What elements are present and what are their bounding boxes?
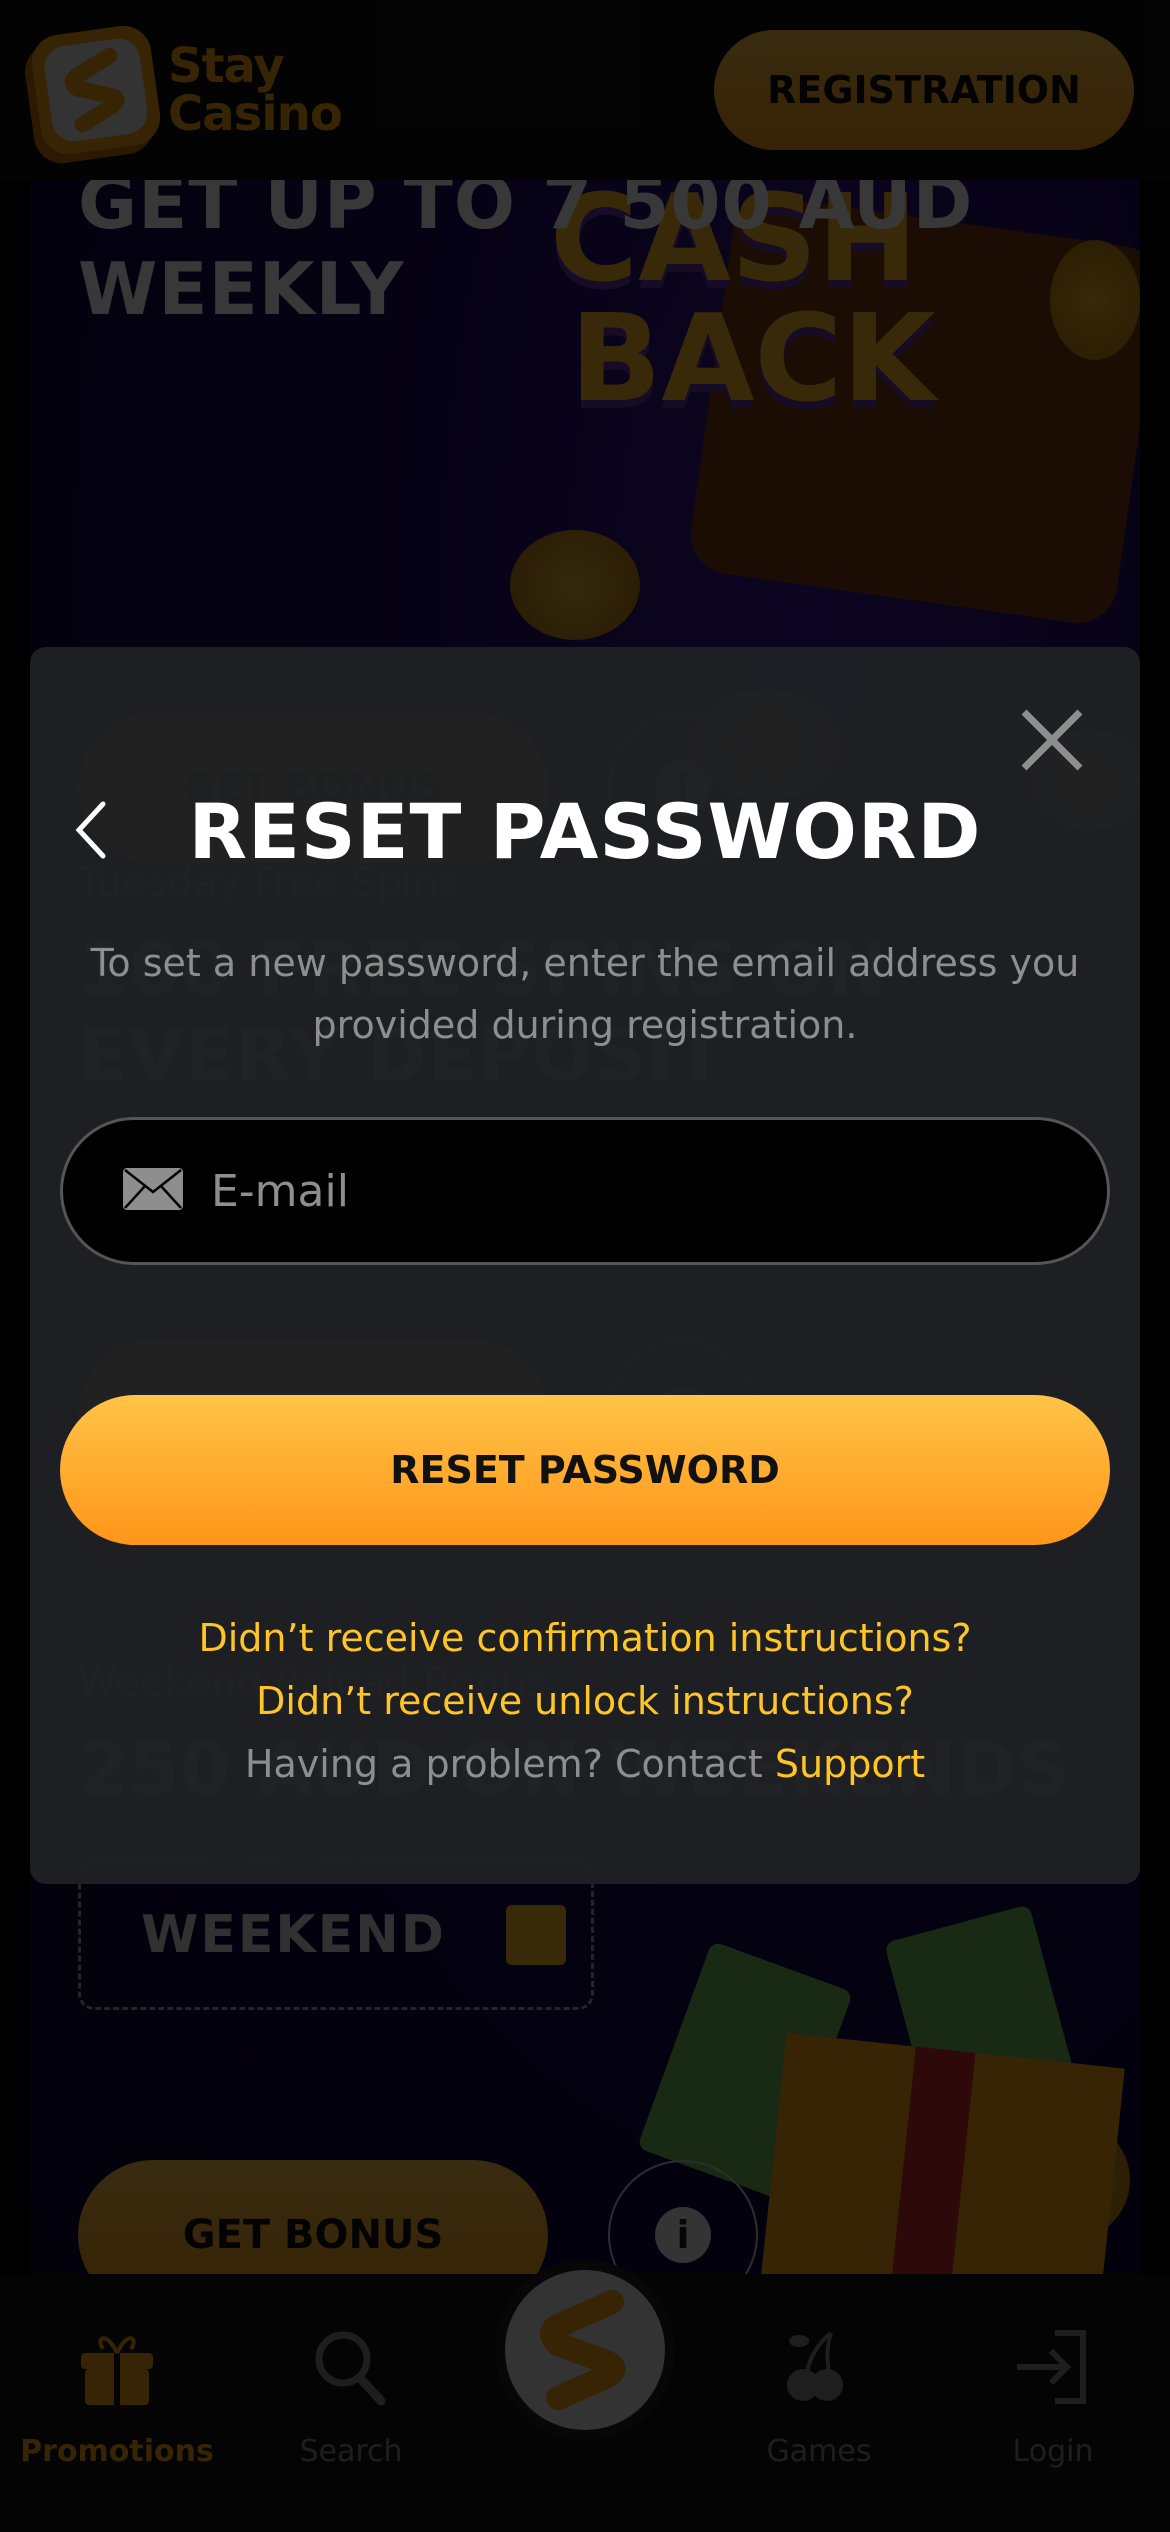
unlock-instructions-line: Didn’t receive unlock instructions?	[30, 1670, 1140, 1733]
reset-password-modal: RESET PASSWORD To set a new password, en…	[30, 647, 1140, 1884]
support-link[interactable]: Support	[775, 1742, 925, 1786]
close-button[interactable]	[1012, 702, 1092, 782]
modal-title: RESET PASSWORD	[188, 787, 982, 876]
envelope-icon	[123, 1168, 183, 1214]
support-line: Having a problem? Contact Support	[30, 1733, 1140, 1796]
help-links: Didn’t receive confirmation instructions…	[30, 1607, 1140, 1796]
modal-description: To set a new password, enter the email a…	[90, 941, 1080, 1047]
close-icon	[1020, 708, 1084, 776]
problem-text: Having a problem? Contact	[244, 1742, 775, 1786]
email-field[interactable]	[60, 1117, 1110, 1265]
email-input[interactable]	[211, 1165, 1107, 1217]
confirmation-instructions-link[interactable]: Didn’t receive confirmation instructions…	[198, 1616, 971, 1660]
confirmation-instructions-line: Didn’t receive confirmation instructions…	[30, 1607, 1140, 1670]
unlock-instructions-link[interactable]: Didn’t receive unlock instructions?	[256, 1679, 914, 1723]
reset-password-button[interactable]: RESET PASSWORD	[60, 1395, 1110, 1545]
